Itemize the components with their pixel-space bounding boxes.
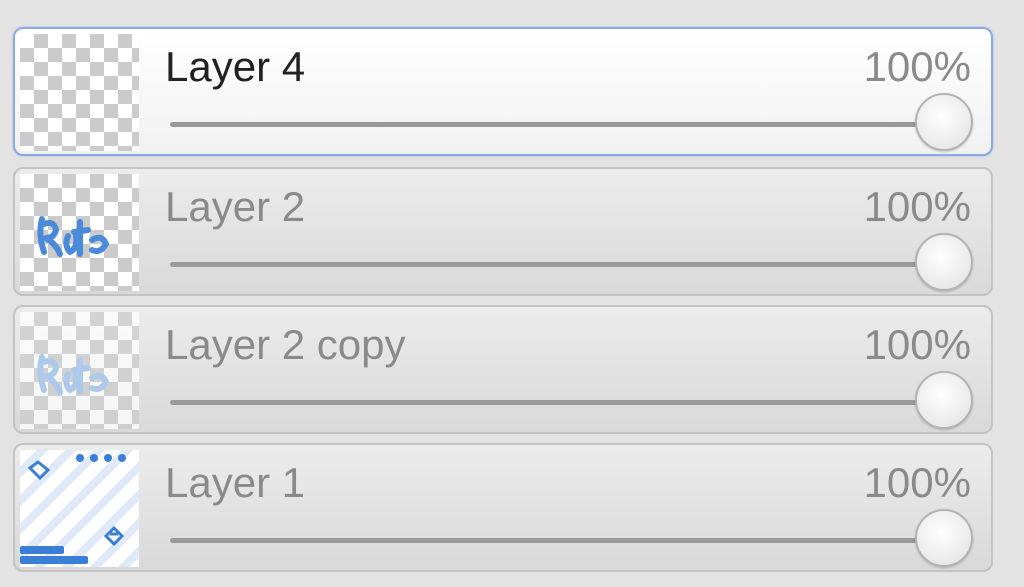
layer-thumbnail bbox=[20, 450, 139, 567]
layer-opacity-value: 100% bbox=[863, 183, 971, 230]
layer-opacity-value: 100% bbox=[863, 459, 971, 506]
layer-row-layer-2-copy[interactable]: Layer 2 copy 100% bbox=[13, 305, 993, 434]
opacity-slider-track[interactable] bbox=[170, 400, 950, 405]
layer-name: Layer 4 bbox=[165, 43, 306, 90]
opacity-slider-thumb[interactable] bbox=[915, 371, 973, 429]
opacity-slider-track[interactable] bbox=[170, 262, 950, 267]
layer-row-layer-1[interactable]: Layer 1 100% bbox=[13, 443, 993, 572]
layer-row-layer-4[interactable]: Layer 4 100% bbox=[13, 27, 993, 156]
layers-panel: Layer 4 100% Layer 2 100% Layer 2 copy 1… bbox=[0, 0, 1024, 587]
layer-name: Layer 2 copy bbox=[165, 321, 406, 368]
layer-row-layer-2[interactable]: Layer 2 100% bbox=[13, 167, 993, 296]
opacity-slider-track[interactable] bbox=[170, 538, 950, 543]
opacity-slider-track[interactable] bbox=[170, 122, 950, 127]
opacity-slider-thumb[interactable] bbox=[915, 509, 973, 567]
layer-name: Layer 1 bbox=[165, 459, 306, 506]
opacity-slider-thumb[interactable] bbox=[915, 93, 973, 151]
layer-thumbnail bbox=[20, 34, 139, 151]
layer-thumbnail bbox=[20, 312, 139, 429]
layer-opacity-value: 100% bbox=[863, 321, 971, 368]
layer-opacity-value: 100% bbox=[863, 43, 971, 90]
layer-name: Layer 2 bbox=[165, 183, 306, 230]
layer-thumbnail bbox=[20, 174, 139, 291]
opacity-slider-thumb[interactable] bbox=[915, 233, 973, 291]
